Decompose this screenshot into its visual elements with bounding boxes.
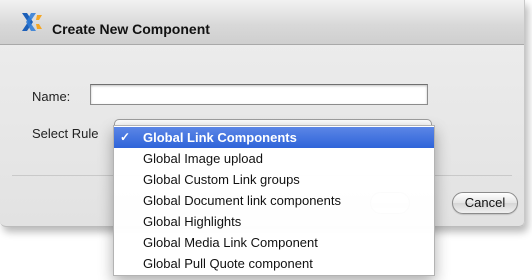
menu-item-label: Global Link Components (143, 130, 297, 145)
menu-item-label: Global Highlights (143, 214, 242, 229)
name-label: Name: (32, 89, 71, 104)
menu-item-rule[interactable]: Global Highlights (114, 211, 434, 232)
menu-item-rule[interactable]: Global Image upload (114, 148, 434, 169)
menu-item-rule[interactable]: Global Pull Quote component (114, 253, 434, 274)
cancel-button[interactable]: Cancel (452, 192, 518, 214)
x-logo-icon (22, 13, 42, 31)
menu-item-label: Global Media Link Component (143, 235, 318, 250)
menu-item-rule[interactable]: Global Custom Link groups (114, 169, 434, 190)
menu-item-label: Global Document link components (143, 193, 341, 208)
menu-item-label: Global Custom Link groups (143, 172, 300, 187)
menu-item-rule[interactable]: Global Document link components (114, 190, 434, 211)
name-input[interactable] (90, 84, 428, 105)
menu-item-rule[interactable]: Global Media Link Component (114, 232, 434, 253)
dialog-title: Create New Component (52, 21, 210, 37)
checkmark-icon: ✓ (120, 130, 131, 144)
menu-item-rule[interactable]: ✓ Global Link Components (114, 127, 434, 148)
select-rule-menu: ✓ Global Link Components Global Image uplo… (113, 125, 435, 276)
dialog-titlebar: Create New Component (0, 0, 524, 45)
select-rule-label: Select Rule (32, 126, 99, 141)
menu-item-label: Global Image upload (143, 151, 263, 166)
menu-item-label: Global Pull Quote component (143, 256, 313, 271)
